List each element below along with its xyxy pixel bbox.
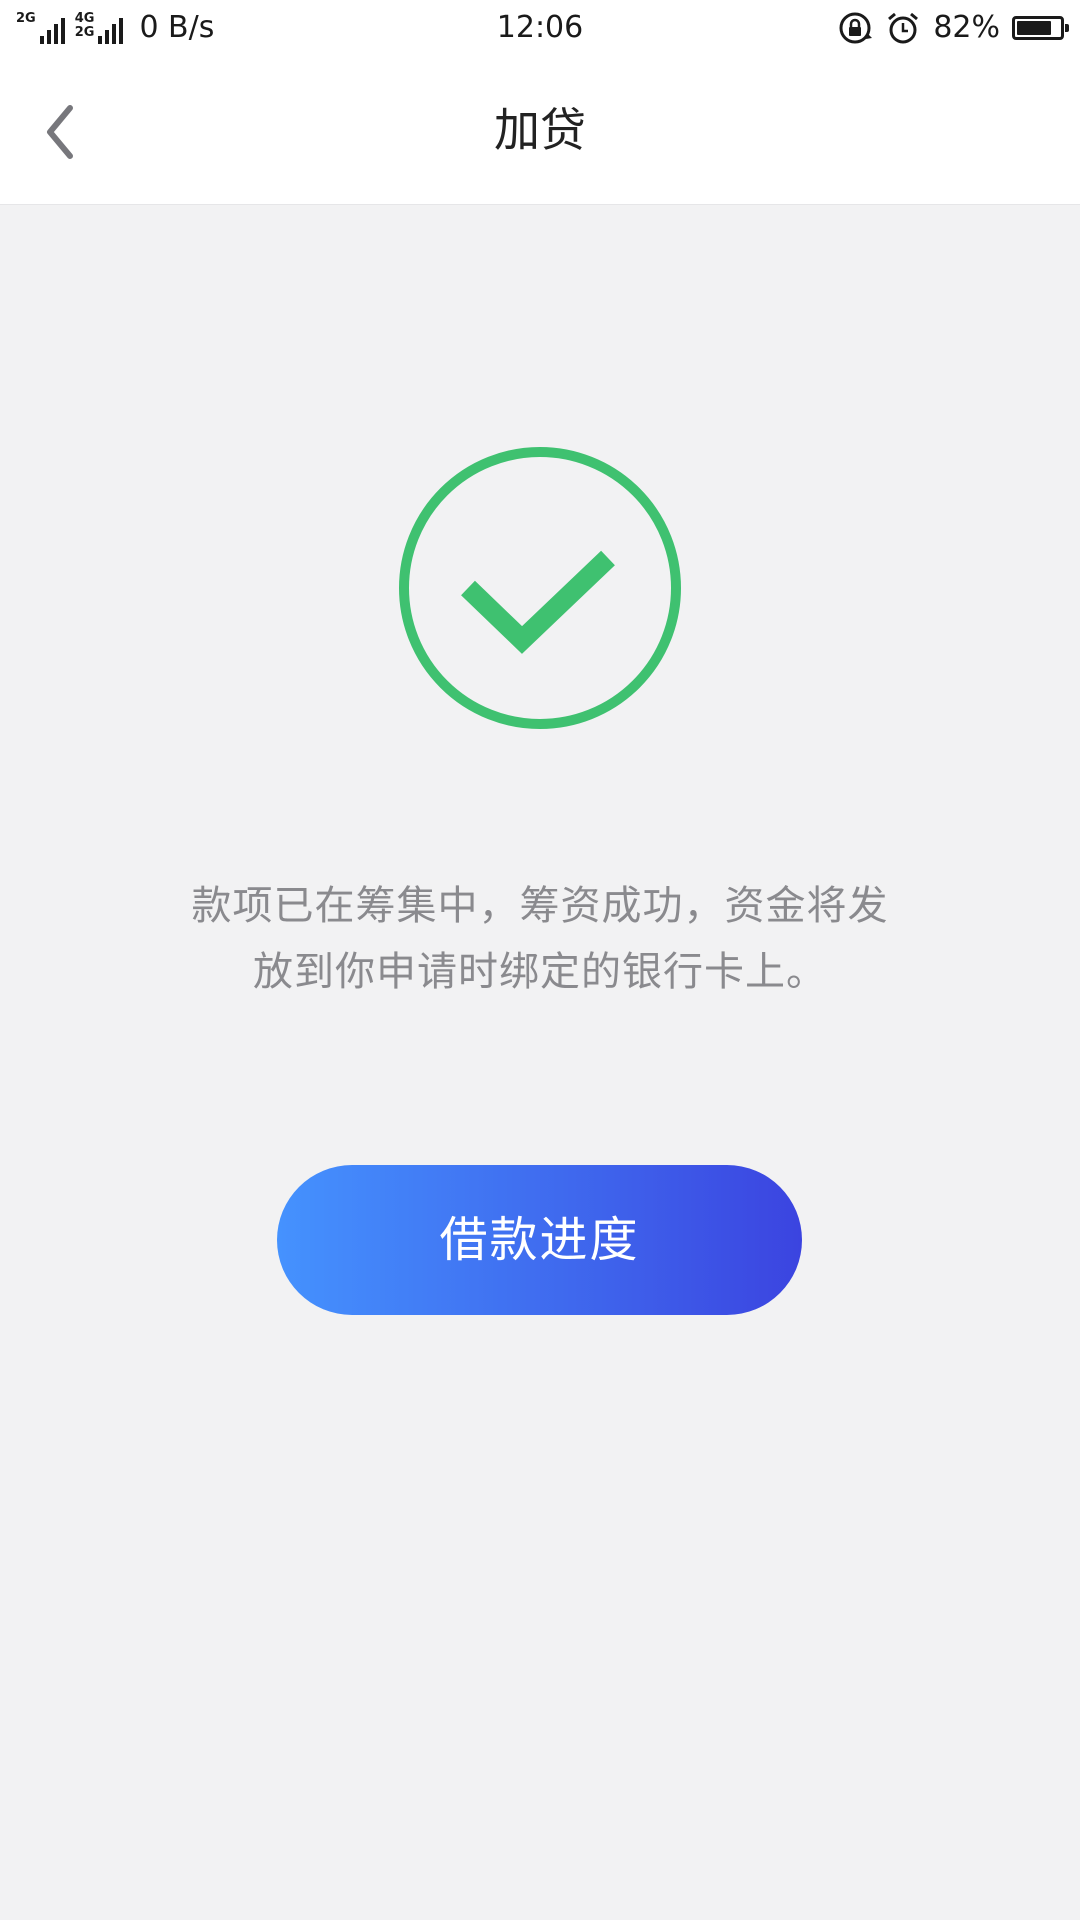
status-message: 款项已在筹集中，筹资成功，资金将发 放到你申请时绑定的银行卡上。 xyxy=(160,873,920,1005)
battery-level xyxy=(1017,21,1052,35)
status-bar: 2G 4G 2G 0 B/s 12:06 82% xyxy=(0,0,1080,56)
battery-percent: 82% xyxy=(933,10,1000,45)
rotation-lock-icon xyxy=(839,12,873,44)
status-right: 82% xyxy=(837,8,1069,48)
page-title: 加贷 xyxy=(494,103,586,157)
loan-progress-button[interactable]: 借款进度 xyxy=(277,1165,802,1315)
nav-bar: 加贷 xyxy=(0,56,1080,205)
success-check-icon xyxy=(399,447,681,729)
status-message-line2: 放到你申请时绑定的银行卡上。 xyxy=(253,949,827,995)
status-message-line1: 款项已在筹集中，筹资成功，资金将发 xyxy=(191,883,889,929)
battery-icon xyxy=(1012,16,1069,40)
alarm-icon xyxy=(888,12,919,44)
